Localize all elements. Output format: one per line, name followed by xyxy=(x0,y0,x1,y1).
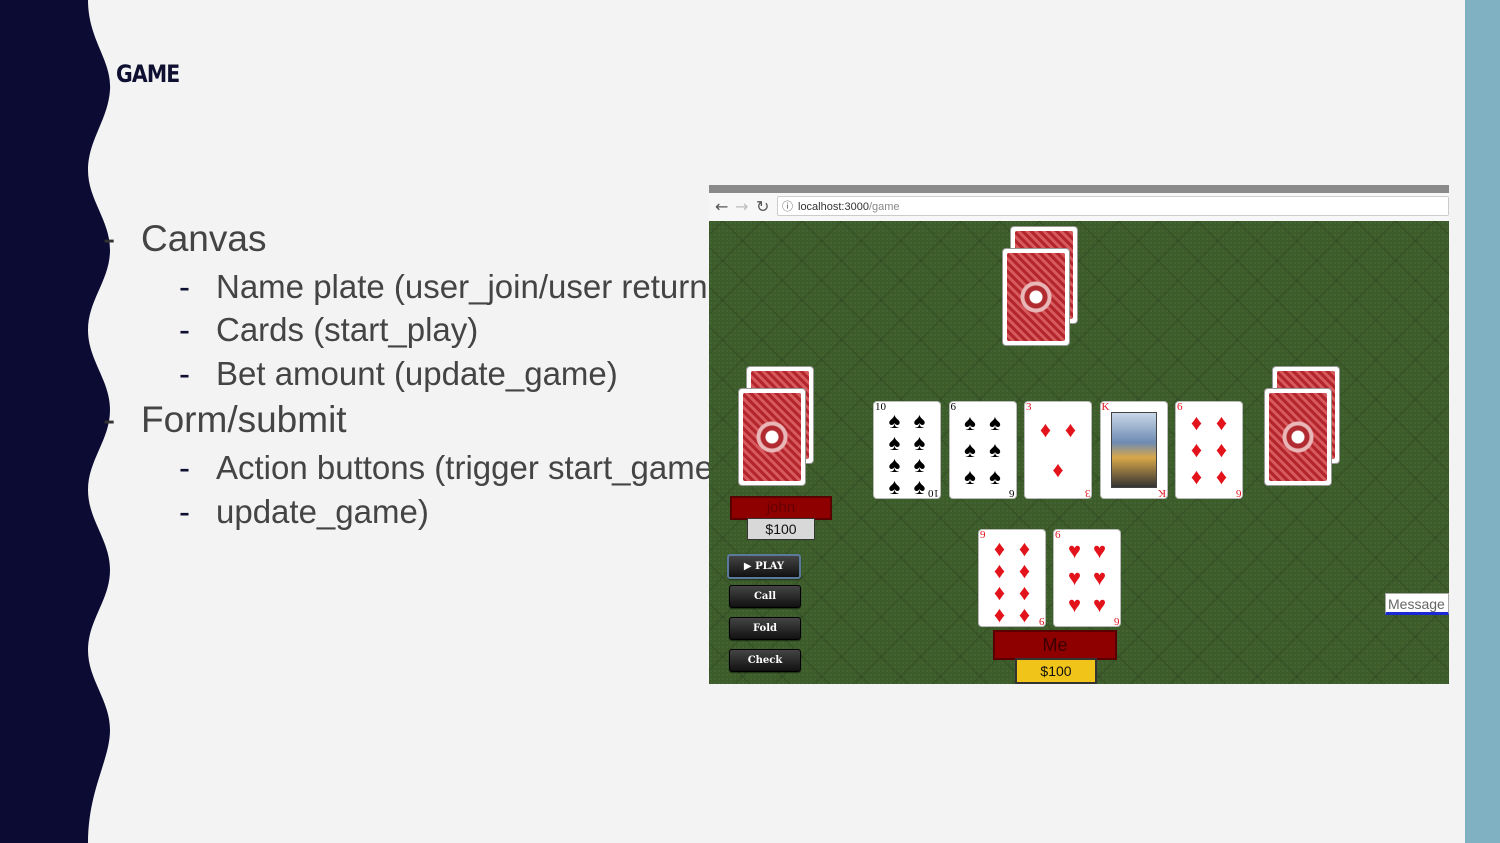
suit-pip: ♠ xyxy=(913,430,926,455)
card-rank: 6 xyxy=(1177,402,1183,413)
suit-pip: ♦ xyxy=(1190,463,1203,489)
suit-pip: ♦ xyxy=(993,558,1006,583)
poker-table: 1010♠♠♠♠♠♠♠♠♠♠66♠♠♠♠♠♠33♦♦♦KK66♦♦♦♦♦♦ 99… xyxy=(709,221,1449,684)
sub-bullet-bet-amount: - Bet amount (update_game) xyxy=(179,355,618,392)
suit-pip: ♦ xyxy=(1052,457,1064,482)
suit-pip: ♦ xyxy=(993,580,1006,605)
suit-pip: ♠ xyxy=(913,408,926,433)
card-back xyxy=(1003,249,1069,345)
address-bar-row: ← → ↻ ⓘ localhost:3000/game xyxy=(709,193,1449,222)
play-button[interactable]: ▶ PLAY xyxy=(727,554,801,579)
sub-bullet-update-game: - update_game) xyxy=(179,493,429,530)
suit-pip: ♦ xyxy=(1215,463,1228,489)
suit-pip: ♥ xyxy=(1067,538,1082,564)
opponent-bet-amount: $100 xyxy=(747,518,815,540)
suit-pip: ♠ xyxy=(989,436,1001,462)
sub-bullet-name-plate: - Name plate (user_join/user return xyxy=(179,268,708,305)
arrow-right-icon[interactable]: → xyxy=(735,197,748,216)
suit-pip: ♠ xyxy=(888,408,901,433)
check-button[interactable]: Check xyxy=(729,649,801,672)
face-card-art xyxy=(1110,412,1157,488)
suit-pip: ♦ xyxy=(1064,417,1077,442)
suit-pip: ♠ xyxy=(913,474,926,498)
suit-pip: ♠ xyxy=(888,474,901,498)
card-rank-bottom: 6 xyxy=(1235,487,1242,498)
suit-pip: ♦ xyxy=(993,602,1006,626)
player-name: Me xyxy=(1042,635,1068,655)
suit-pip: ♦ xyxy=(1215,436,1228,462)
suit-pip: ♦ xyxy=(1190,436,1203,462)
bullet-canvas: - Canvas xyxy=(103,218,267,259)
card-rank: 3 xyxy=(1026,402,1032,413)
suit-pip: ♠ xyxy=(964,436,976,462)
right-accent-bar xyxy=(1465,0,1500,843)
card-rank-bottom: K xyxy=(1157,487,1166,498)
opponent-name-plate: john xyxy=(730,496,832,520)
card-rank-bottom: 6 xyxy=(1009,487,1015,498)
card-back xyxy=(1265,389,1331,485)
url-field[interactable]: ⓘ localhost:3000/game xyxy=(777,196,1449,216)
suit-pip: ♠ xyxy=(989,463,1001,489)
player-bet-amount: $100 xyxy=(1015,658,1097,684)
card-back xyxy=(739,389,805,485)
playing-card: KK xyxy=(1100,402,1167,498)
suit-pip: ♥ xyxy=(1067,564,1082,590)
suit-pip: ♥ xyxy=(1092,591,1107,617)
suit-pip: ♠ xyxy=(913,452,926,477)
browser-screenshot: ← → ↻ ⓘ localhost:3000/game 10 10 ♠ ♠ ♠ ♠ ♠ ♠ ♠ ♠… xyxy=(709,185,1449,684)
message-input[interactable]: Message xyxy=(1385,593,1449,615)
card-rank: 9 xyxy=(980,530,986,541)
suit-pip: ♦ xyxy=(1018,602,1031,626)
suit-pip: ♦ xyxy=(1018,536,1031,561)
suit-pip: ♦ xyxy=(1018,580,1031,605)
browser-tab-strip[interactable] xyxy=(709,185,1449,193)
suit-pip: ♠ xyxy=(964,410,976,436)
playing-card: 1010♠♠♠♠♠♠♠♠♠♠ xyxy=(874,402,940,498)
call-button[interactable]: Call xyxy=(729,585,801,608)
slide-title: GAME xyxy=(116,60,180,88)
reload-icon[interactable]: ↻ xyxy=(756,197,769,216)
bullet-form-submit: - Form/submit xyxy=(103,399,347,440)
suit-pip: ♦ xyxy=(1215,410,1228,436)
suit-pip: ♦ xyxy=(993,536,1006,561)
bullet-list: - Canvas - Name plate (user_join/user retu… xyxy=(0,218,712,548)
suit-pip: ♥ xyxy=(1067,591,1082,617)
playing-card: 99♦♦♦♦♦♦♦♦♦ xyxy=(979,530,1045,626)
suit-pip: ♥ xyxy=(1092,564,1107,590)
playing-card: 3 3 ♦ ♦ ♦ xyxy=(1025,402,1091,498)
suit-pip: ♠ xyxy=(964,463,976,489)
playing-card: 6 6 ♠ ♠ ♠ ♠ ♠ ♠ xyxy=(949,402,1016,498)
arrow-left-icon[interactable]: ← xyxy=(715,197,728,216)
playing-card: 6 6 ♥ ♥ ♥ ♥ ♥ ♥ xyxy=(1054,530,1120,626)
suit-pip: ♦ xyxy=(1190,410,1203,436)
card-rank-bottom: 3 xyxy=(1084,487,1091,498)
suit-pip: ♠ xyxy=(888,452,901,477)
card-rank: 6 xyxy=(1055,530,1061,541)
card-rank-bottom: 6 xyxy=(1113,615,1120,626)
suit-pip: ♠ xyxy=(888,430,901,455)
suit-pip: ♦ xyxy=(1039,417,1052,442)
suit-pip: ♠ xyxy=(989,410,1001,436)
opponent-name: john xyxy=(766,499,796,516)
card-rank: 6 xyxy=(950,402,957,413)
playing-card: 6 6 ♦ ♦ ♦ ♦ ♦ ♦ xyxy=(1176,402,1242,498)
suit-pip: ♦ xyxy=(1018,558,1031,583)
sub-bullet-cards: - Cards (start_play) xyxy=(179,311,479,348)
fold-button[interactable]: Fold xyxy=(729,617,801,640)
sub-bullet-action-buttons: - Action buttons (trigger start_game xyxy=(179,449,712,486)
card-rank: K xyxy=(1101,402,1110,413)
card-rank-bottom: 9 xyxy=(1038,615,1045,626)
suit-pip: ♥ xyxy=(1092,538,1107,564)
player-name-plate: Me xyxy=(993,630,1117,660)
play-icon: ▶ xyxy=(743,561,752,572)
info-icon[interactable]: ⓘ xyxy=(782,197,793,217)
